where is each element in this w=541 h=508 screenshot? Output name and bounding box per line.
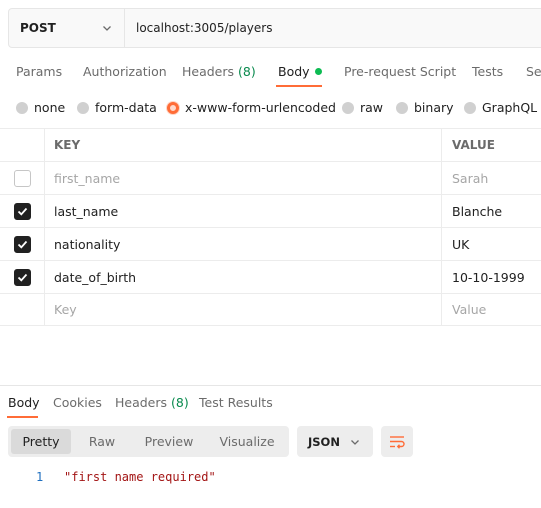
line-number: 1 [36, 470, 44, 484]
format-label: JSON [308, 434, 340, 449]
response-tabs: Body Cookies Headers (8) Test Results [0, 392, 541, 418]
tab-params[interactable]: Params [16, 64, 62, 79]
view-mode-bar: Pretty Raw Preview Visualize [8, 426, 289, 457]
response-tab-headers[interactable]: Headers (8) [115, 395, 189, 410]
table-row: first_name Sarah [0, 161, 541, 194]
response-headers-count: (8) [171, 395, 189, 410]
active-tab-indicator [276, 85, 322, 87]
format-select[interactable]: JSON [297, 426, 373, 457]
value-cell[interactable]: 10-10-1999 [442, 261, 541, 293]
view-visualize-button[interactable]: Visualize [208, 429, 286, 454]
request-tabs: Params Authorization Headers (8) Body Pr… [0, 58, 541, 86]
view-pretty-button[interactable]: Pretty [11, 429, 71, 454]
response-tab-test-results[interactable]: Test Results [199, 395, 273, 410]
radio-graphql[interactable]: GraphQL [464, 100, 537, 115]
body-type-radios: none form-data x-www-form-urlencoded raw… [0, 96, 541, 120]
radio-none[interactable]: none [16, 100, 65, 115]
response-string: "first name required" [64, 470, 216, 484]
url-input[interactable]: localhost:3005/players [125, 9, 541, 47]
column-header-key: KEY [45, 129, 442, 161]
new-key-input[interactable]: Key [45, 294, 442, 325]
table-row: nationality UK [0, 227, 541, 260]
table-row: last_name Blanche [0, 194, 541, 227]
wrap-lines-button[interactable] [381, 426, 413, 457]
column-header-value: VALUE [452, 138, 495, 152]
tab-settings[interactable]: Se [526, 64, 541, 79]
row-checkbox[interactable] [13, 169, 31, 187]
key-cell[interactable]: first_name [45, 162, 442, 194]
value-cell[interactable]: Blanche [442, 195, 541, 227]
tab-body[interactable]: Body [278, 64, 322, 79]
radio-circle [77, 101, 89, 114]
radio-circle [16, 101, 28, 114]
tab-headers[interactable]: Headers (8) [182, 64, 256, 79]
row-checkbox[interactable] [13, 235, 31, 253]
method-label: POST [20, 21, 56, 35]
checkmark-icon [17, 240, 27, 249]
view-preview-button[interactable]: Preview [134, 429, 204, 454]
row-checkbox[interactable] [13, 202, 31, 220]
radio-circle [167, 101, 179, 114]
radio-raw[interactable]: raw [342, 100, 383, 115]
url-text: localhost:3005/players [136, 21, 273, 35]
response-tab-cookies[interactable]: Cookies [53, 395, 102, 410]
checkmark-icon [17, 273, 27, 282]
new-value-input[interactable]: Value [442, 294, 541, 325]
value-cell[interactable]: UK [442, 228, 541, 260]
radio-circle [464, 101, 476, 114]
body-status-dot [314, 68, 322, 75]
tab-tests[interactable]: Tests [472, 64, 503, 79]
key-cell[interactable]: last_name [45, 195, 442, 227]
request-bar: POST localhost:3005/players [8, 8, 541, 48]
response-tab-body[interactable]: Body [8, 395, 40, 410]
response-body-code: 1 "first name required" [0, 466, 541, 488]
response-active-tab-indicator [7, 416, 38, 418]
table-row-new: Key Value [0, 293, 541, 326]
view-raw-button[interactable]: Raw [74, 429, 130, 454]
key-cell[interactable]: date_of_birth [45, 261, 442, 293]
method-select[interactable]: POST [9, 9, 125, 47]
checkmark-icon [17, 207, 27, 216]
row-checkbox[interactable] [13, 268, 31, 286]
response-divider [0, 385, 541, 386]
tab-pre-request-script[interactable]: Pre-request Script [344, 64, 456, 79]
radio-form-data[interactable]: form-data [77, 100, 157, 115]
radio-circle [396, 101, 408, 114]
radio-circle [342, 101, 354, 114]
radio-binary[interactable]: binary [396, 100, 454, 115]
chevron-down-icon [351, 439, 359, 445]
headers-count: (8) [238, 64, 256, 79]
key-cell[interactable]: nationality [45, 228, 442, 260]
table-header-row: KEY VALUE [0, 128, 541, 161]
chevron-down-icon [100, 21, 114, 35]
value-cell[interactable]: Sarah [442, 162, 541, 194]
radio-x-www-form-urlencoded[interactable]: x-www-form-urlencoded [167, 100, 336, 115]
table-row: date_of_birth 10-10-1999 [0, 260, 541, 293]
tab-authorization[interactable]: Authorization [83, 64, 167, 79]
wrap-lines-icon [390, 435, 405, 449]
